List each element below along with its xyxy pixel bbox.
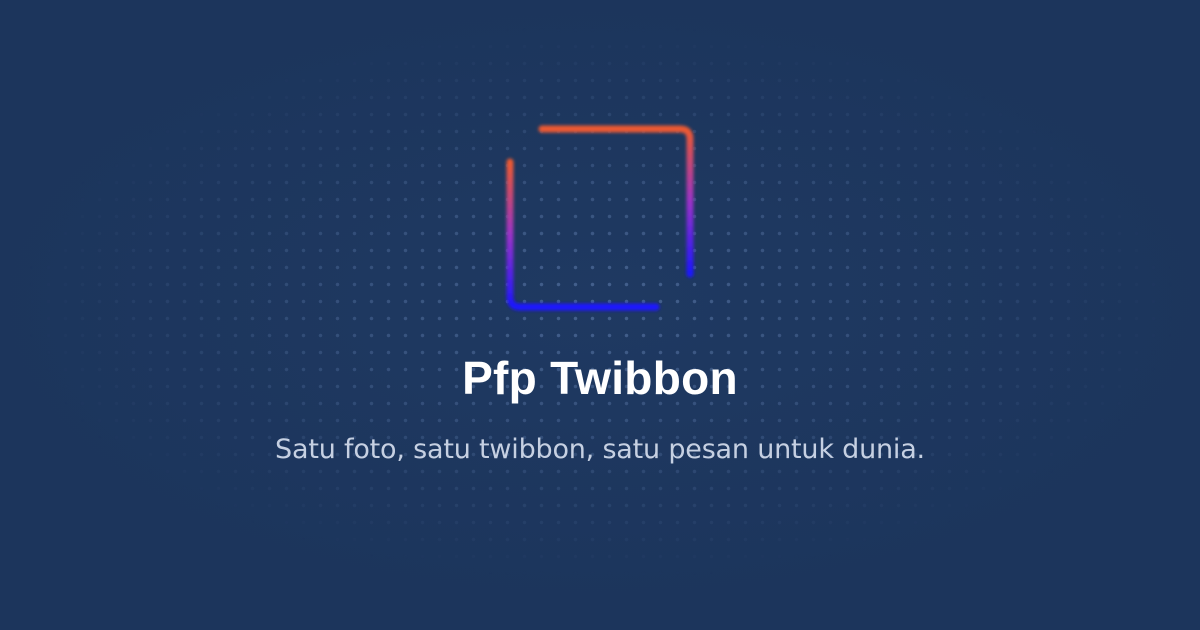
frame-top-right-stroke: [538, 125, 694, 278]
tagline: Satu foto, satu twibbon, satu pesan untu…: [275, 434, 925, 465]
page-title: Pfp Twibbon: [462, 352, 738, 404]
gradient-square-frame-icon: [498, 118, 702, 318]
frame-bottom-left-stroke: [506, 158, 660, 311]
